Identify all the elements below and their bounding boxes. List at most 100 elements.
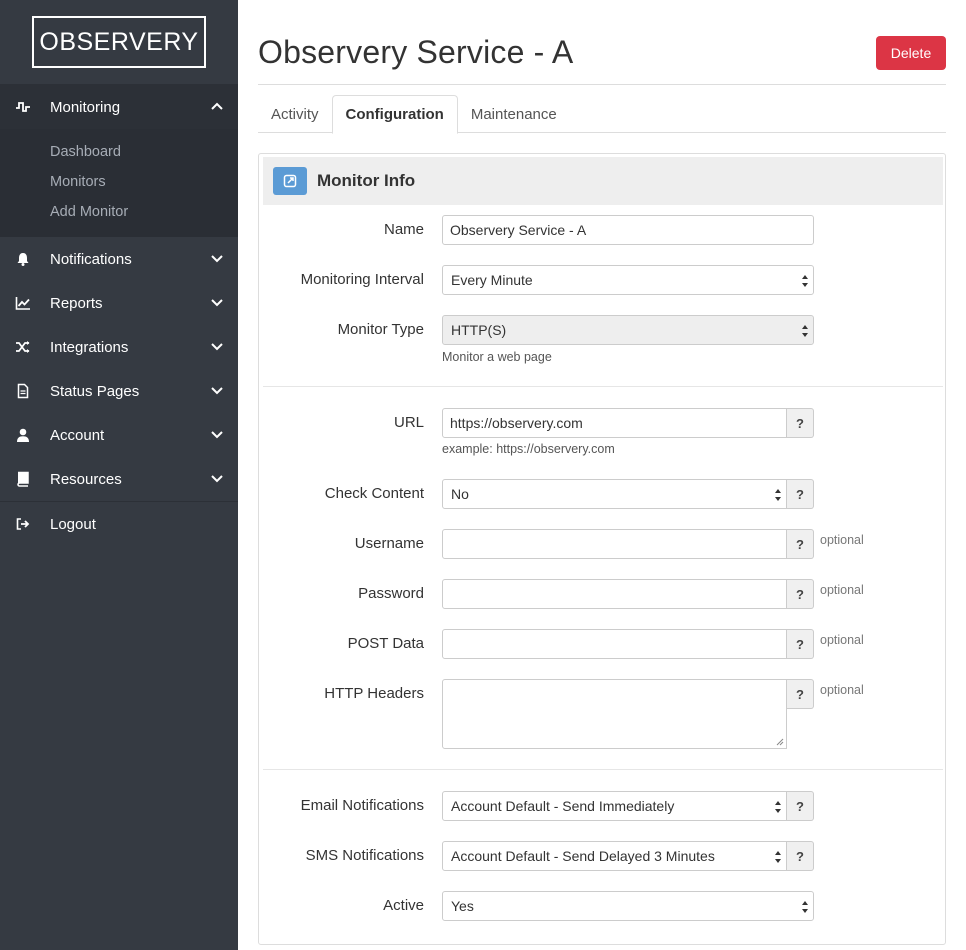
- type-hint: Monitor a web page: [442, 350, 552, 364]
- sms-notifications-value: Account Default - Send Delayed 3 Minutes: [451, 848, 715, 864]
- sidebar-item-label: Reports: [50, 294, 103, 312]
- chart-icon: [14, 294, 32, 312]
- page-title: Observery Service - A: [258, 34, 574, 70]
- username-field-wrap: ?: [442, 529, 814, 559]
- book-icon: [14, 470, 32, 488]
- sidebar-item-notifications[interactable]: Notifications: [0, 237, 238, 281]
- username-input[interactable]: [442, 529, 787, 559]
- username-label: Username: [354, 535, 424, 552]
- sidebar-item-label: Account: [50, 426, 105, 444]
- page-header: Observery Service - A Delete: [258, 0, 946, 85]
- panel-heading: Monitor Info: [263, 157, 943, 205]
- check-content-help-button[interactable]: ?: [787, 479, 814, 509]
- sms-notifications-field-wrap: Account Default - Send Delayed 3 Minutes…: [442, 841, 814, 871]
- sidebar-item-label: Monitoring: [50, 98, 121, 116]
- sidebar-item-reports[interactable]: Reports: [0, 281, 238, 325]
- sidebar-subitem-add-monitor[interactable]: Add Monitor: [0, 197, 238, 227]
- type-field-wrap: HTTP(S): [442, 315, 814, 345]
- logo-area: OBSERVERY: [0, 0, 238, 85]
- sidebar: OBSERVERY Monitoring Dashboard Monitors …: [0, 0, 238, 950]
- tab-configuration[interactable]: Configuration: [331, 95, 458, 134]
- check-content-select[interactable]: No: [442, 479, 787, 509]
- main-content: Observery Service - A Delete Activity Co…: [258, 0, 946, 945]
- user-icon: [14, 426, 32, 444]
- active-value: Yes: [451, 898, 474, 914]
- sidebar-item-logout[interactable]: Logout: [0, 502, 238, 546]
- select-arrows-icon: [775, 489, 781, 501]
- monitoring-submenu: Dashboard Monitors Add Monitor: [0, 129, 238, 237]
- tab-activity[interactable]: Activity: [258, 95, 332, 133]
- resize-handle-icon[interactable]: [776, 738, 784, 746]
- post-data-label: POST Data: [347, 635, 424, 652]
- select-arrows-icon: [775, 801, 781, 813]
- sms-notifications-help-button[interactable]: ?: [787, 841, 814, 871]
- active-select[interactable]: Yes: [442, 891, 814, 921]
- http-headers-textarea[interactable]: [442, 679, 787, 749]
- section-divider: [263, 386, 943, 387]
- active-field-wrap: Yes: [442, 891, 814, 921]
- logo[interactable]: OBSERVERY: [32, 16, 206, 68]
- url-input[interactable]: https://observery.com: [442, 408, 787, 438]
- password-optional: optional: [820, 583, 864, 597]
- url-hint: example: https://observery.com: [442, 442, 615, 456]
- email-notifications-help-button[interactable]: ?: [787, 791, 814, 821]
- name-field-wrap: Observery Service - A: [442, 215, 814, 245]
- post-data-optional: optional: [820, 633, 864, 647]
- sidebar-item-resources[interactable]: Resources: [0, 457, 238, 501]
- email-notifications-field-wrap: Account Default - Send Immediately ?: [442, 791, 814, 821]
- external-link-icon: [273, 167, 307, 195]
- sidebar-item-monitoring[interactable]: Monitoring: [0, 85, 238, 129]
- sidebar-item-label: Resources: [50, 470, 122, 488]
- delete-button[interactable]: Delete: [876, 36, 946, 70]
- select-arrows-icon: [775, 851, 781, 863]
- chevron-down-icon: [211, 343, 223, 351]
- sidebar-item-status-pages[interactable]: Status Pages: [0, 369, 238, 413]
- post-data-field-wrap: ?: [442, 629, 814, 659]
- sidebar-item-label: Integrations: [50, 338, 129, 356]
- sidebar-subitem-dashboard[interactable]: Dashboard: [0, 137, 238, 167]
- sign-out-icon: [14, 515, 32, 533]
- document-icon: [14, 382, 32, 400]
- chevron-down-icon: [211, 387, 223, 395]
- tab-maintenance[interactable]: Maintenance: [458, 95, 570, 133]
- tab-bar: Activity Configuration Maintenance: [258, 95, 946, 134]
- password-help-button[interactable]: ?: [787, 579, 814, 609]
- sms-notifications-select[interactable]: Account Default - Send Delayed 3 Minutes: [442, 841, 787, 871]
- username-help-button[interactable]: ?: [787, 529, 814, 559]
- post-data-input[interactable]: [442, 629, 787, 659]
- section-divider: [263, 769, 943, 770]
- password-input[interactable]: [442, 579, 787, 609]
- select-arrows-icon: [802, 901, 808, 913]
- url-field-wrap: https://observery.com ?: [442, 408, 814, 438]
- password-field-wrap: ?: [442, 579, 814, 609]
- email-notifications-value: Account Default - Send Immediately: [451, 798, 675, 814]
- chevron-down-icon: [211, 475, 223, 483]
- check-content-field-wrap: No ?: [442, 479, 814, 509]
- chevron-down-icon: [211, 431, 223, 439]
- post-data-help-button[interactable]: ?: [787, 629, 814, 659]
- check-content-label: Check Content: [324, 485, 424, 502]
- sms-notifications-label: SMS Notifications: [305, 847, 424, 864]
- name-input[interactable]: Observery Service - A: [442, 215, 814, 245]
- chevron-up-icon: [211, 102, 223, 110]
- monitor-info-panel: Monitor Info Name Observery Service - A …: [258, 153, 946, 945]
- type-select[interactable]: HTTP(S): [442, 315, 814, 345]
- chevron-down-icon: [211, 255, 223, 263]
- chevron-down-icon: [211, 299, 223, 307]
- interval-label: Monitoring Interval: [300, 271, 424, 288]
- email-notifications-label: Email Notifications: [300, 797, 424, 814]
- interval-field-wrap: Every Minute: [442, 265, 814, 295]
- sidebar-item-label: Status Pages: [50, 382, 140, 400]
- interval-select[interactable]: Every Minute: [442, 265, 814, 295]
- interval-value: Every Minute: [451, 272, 533, 288]
- email-notifications-select[interactable]: Account Default - Send Immediately: [442, 791, 787, 821]
- url-help-button[interactable]: ?: [787, 408, 814, 438]
- http-headers-help-button[interactable]: ?: [787, 679, 814, 709]
- sidebar-item-account[interactable]: Account: [0, 413, 238, 457]
- sidebar-subitem-monitors[interactable]: Monitors: [0, 167, 238, 197]
- username-optional: optional: [820, 533, 864, 547]
- sidebar-item-integrations[interactable]: Integrations: [0, 325, 238, 369]
- select-arrows-icon: [802, 275, 808, 287]
- type-value: HTTP(S): [451, 322, 507, 338]
- http-headers-field-wrap: ?: [442, 679, 814, 749]
